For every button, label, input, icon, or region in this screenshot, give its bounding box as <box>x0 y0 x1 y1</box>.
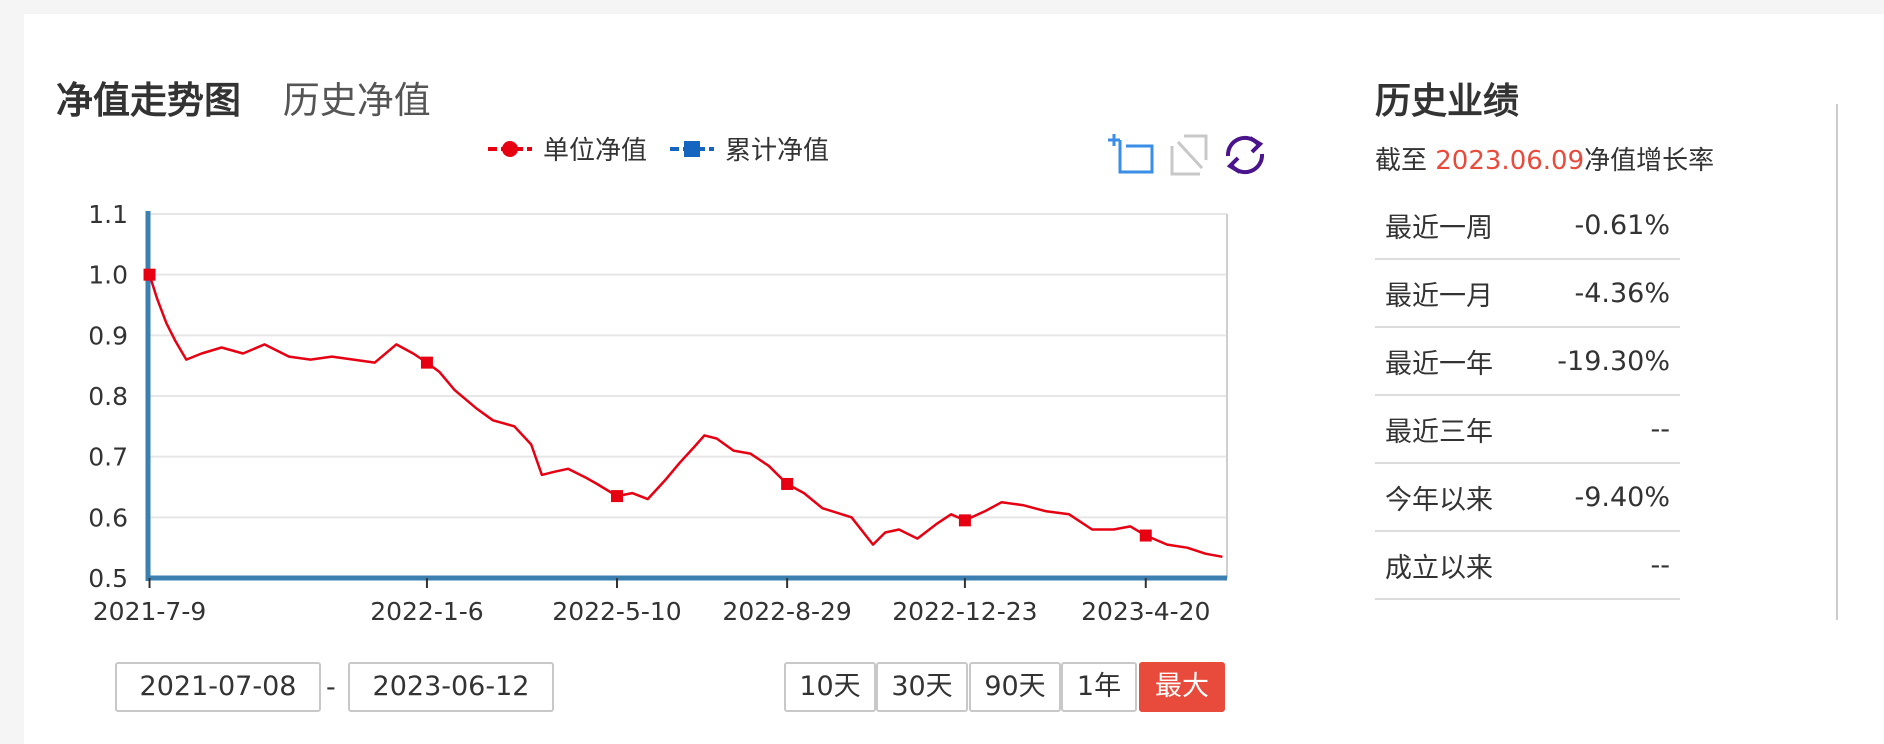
subtitle-date: 2023.06.09 <box>1435 146 1585 176</box>
period-label: 成立以来 <box>1385 552 1493 584</box>
date-separator: - <box>326 672 336 703</box>
period-value: -- <box>1650 549 1671 581</box>
x-tick-label: 2022-5-10 <box>552 597 681 626</box>
performance-row: 最近一周 -0.61% <box>1375 192 1680 260</box>
panel-divider <box>1836 104 1838 620</box>
performance-subtitle: 截至 2023.06.09净值增长率 <box>1375 140 1714 177</box>
y-tick-label: 0.8 <box>88 382 128 411</box>
y-tick-label: 1.1 <box>88 200 128 229</box>
period-value: -0.61% <box>1574 209 1670 241</box>
y-tick-label: 0.9 <box>88 321 128 350</box>
period-label: 今年以来 <box>1385 484 1493 516</box>
start-date-input[interactable]: 2021-07-08 <box>115 662 321 712</box>
range-button-10d[interactable]: 10天 <box>784 662 876 712</box>
period-label: 最近一月 <box>1385 280 1493 312</box>
y-tick-label: 1.0 <box>88 261 128 290</box>
x-tick-label: 2022-12-23 <box>892 597 1037 626</box>
performance-row: 最近一月 -4.36% <box>1375 260 1680 328</box>
period-value: -- <box>1650 413 1671 445</box>
x-tick-label: 2023-4-20 <box>1081 597 1210 626</box>
range-button-max[interactable]: 最大 <box>1139 662 1225 712</box>
period-label: 最近一周 <box>1385 212 1493 244</box>
end-date-input[interactable]: 2023-06-12 <box>348 662 554 712</box>
data-point-marker <box>1139 529 1152 542</box>
data-point-marker <box>958 514 971 527</box>
x-tick-label: 2022-1-6 <box>370 597 483 626</box>
data-point-marker <box>610 490 623 503</box>
performance-row: 成立以来 -- <box>1375 532 1680 600</box>
period-value: -4.36% <box>1574 277 1670 309</box>
period-label: 最近一年 <box>1385 348 1493 380</box>
subtitle-prefix: 截至 <box>1375 146 1436 176</box>
range-button-90d[interactable]: 90天 <box>969 662 1061 712</box>
x-tick-label: 2022-8-29 <box>722 597 851 626</box>
performance-row: 今年以来 -9.40% <box>1375 464 1680 532</box>
performance-row: 最近三年 -- <box>1375 396 1680 464</box>
performance-title: 历史业绩 <box>1375 81 1520 122</box>
period-value: -19.30% <box>1557 345 1670 377</box>
data-point-marker <box>420 356 433 369</box>
range-button-1y[interactable]: 1年 <box>1061 662 1137 712</box>
range-button-30d[interactable]: 30天 <box>876 662 968 712</box>
series-line-unit-nav <box>148 274 1223 559</box>
performance-table: 最近一周 -0.61% 最近一月 -4.36% 最近一年 -19.30% 最近三… <box>1375 192 1680 600</box>
period-value: -9.40% <box>1574 481 1670 513</box>
y-tick-label: 0.6 <box>88 503 128 532</box>
y-tick-label: 0.7 <box>88 443 128 472</box>
subtitle-suffix: 净值增长率 <box>1584 146 1715 176</box>
data-point-marker <box>781 477 794 490</box>
x-tick-label: 2021-7-9 <box>93 597 206 626</box>
data-point-marker <box>143 268 156 281</box>
performance-row: 最近一年 -19.30% <box>1375 328 1680 396</box>
y-tick-label: 0.5 <box>88 564 128 593</box>
period-label: 最近三年 <box>1385 416 1493 448</box>
